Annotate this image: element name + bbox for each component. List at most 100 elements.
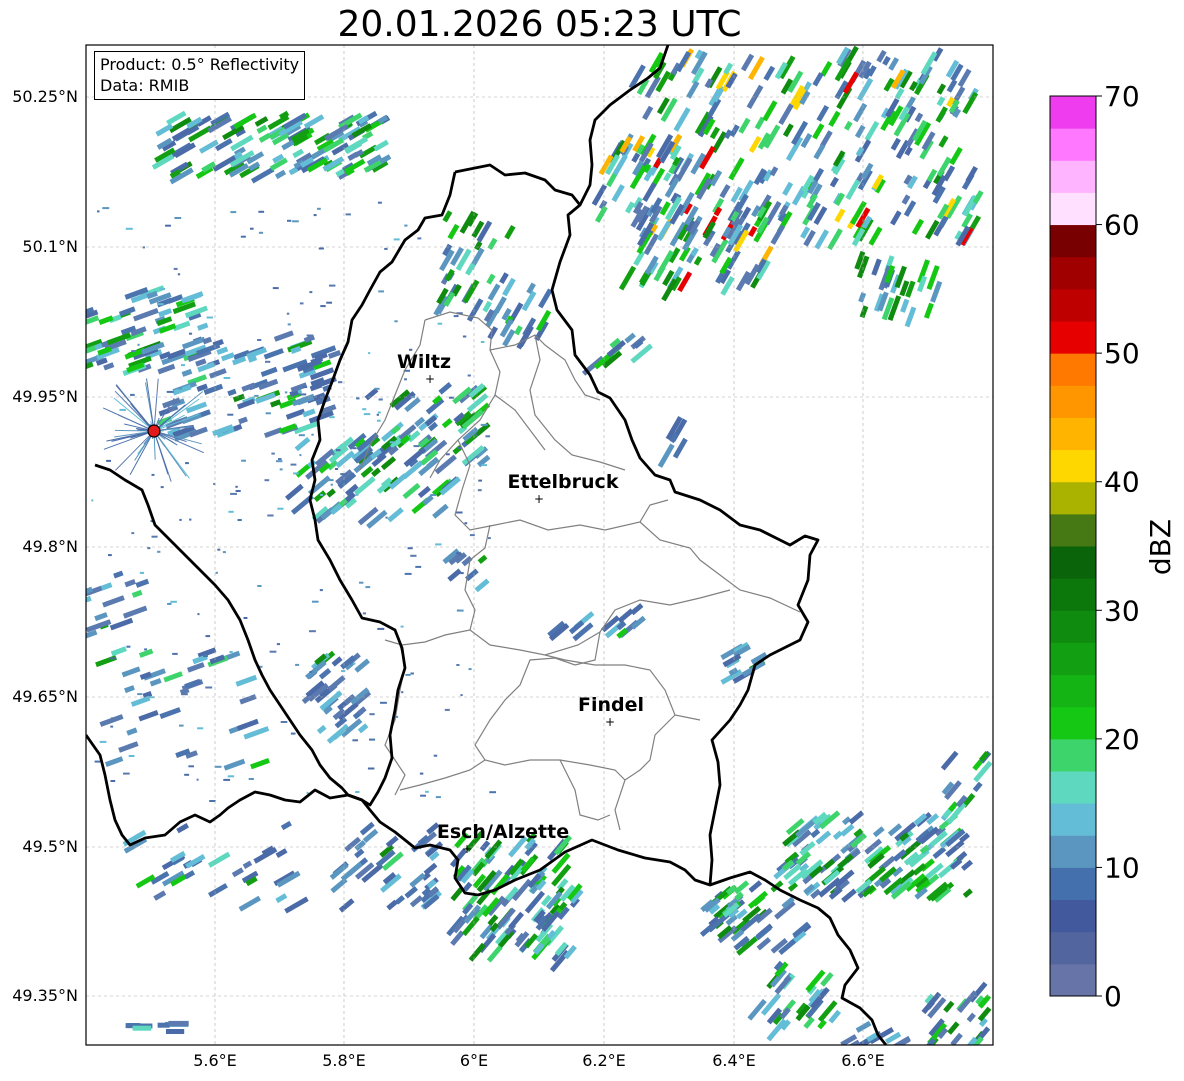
- echo-cell: [462, 279, 480, 304]
- echo-cell: [335, 449, 341, 452]
- colorbar-segment: [1050, 449, 1096, 483]
- echo-cell: [293, 472, 299, 475]
- echo-cell: [326, 479, 334, 482]
- echo-cell: [137, 693, 143, 696]
- colorbar-segment: [1050, 192, 1096, 226]
- echo-cell: [352, 662, 356, 665]
- echo-cell: [480, 423, 488, 426]
- echo-cell: [273, 330, 294, 342]
- echo-cell: [106, 459, 111, 462]
- echo-cell: [165, 224, 171, 227]
- echo-cell: [336, 691, 340, 694]
- echo-cell: [352, 447, 357, 450]
- echo-cell: [329, 284, 336, 287]
- echo-cell: [447, 568, 462, 582]
- echo-cell: [100, 582, 113, 591]
- echo-cell: [205, 686, 213, 689]
- echo-cell: [359, 581, 364, 584]
- echo-cell: [438, 382, 453, 395]
- echo-cell: [848, 810, 865, 825]
- city-esch-alzette[interactable]: Esch/Alzette +: [437, 821, 569, 856]
- product-line: Product: 0.5° Reflectivity: [100, 55, 300, 74]
- echo-cell: [401, 691, 404, 694]
- echo-cell: [309, 671, 313, 673]
- echo-cell: [271, 452, 275, 455]
- colorbar-segment: [1050, 642, 1096, 676]
- echo-cell: [355, 791, 360, 793]
- echo-cell: [265, 412, 271, 415]
- echo-cell: [407, 547, 413, 550]
- echo-cell: [132, 1025, 152, 1031]
- echo-cell: [147, 547, 151, 550]
- echo-cell: [172, 652, 178, 655]
- echo-cell: [410, 554, 417, 557]
- echo-cell: [205, 635, 211, 638]
- echo-cell: [248, 778, 254, 780]
- echo-cell: [363, 413, 371, 416]
- echo-cell: [489, 791, 496, 794]
- echo-cell: [355, 493, 359, 496]
- city-wiltz[interactable]: Wiltz +: [397, 351, 451, 386]
- echo-cell: [149, 678, 162, 687]
- echo-cell: [642, 105, 654, 121]
- echo-cell: [829, 176, 839, 188]
- city-findel[interactable]: Findel +: [578, 694, 644, 729]
- lat-label: 49.5°N: [22, 837, 78, 856]
- echo-cell: [467, 374, 471, 377]
- echo-cell: [894, 87, 905, 100]
- echo-cell: [932, 846, 947, 860]
- echo-cell: [250, 227, 254, 230]
- echo-cell: [469, 534, 475, 537]
- echo-cell: [233, 112, 257, 130]
- echo-cell: [157, 303, 164, 306]
- echo-cell: [394, 320, 398, 323]
- echo-cell: [405, 673, 411, 676]
- echo-cell: [139, 571, 144, 574]
- echo-cell: [126, 645, 131, 648]
- city-label: Wiltz: [397, 351, 451, 373]
- echo-cell: [335, 468, 339, 470]
- echo-cell: [782, 181, 794, 196]
- echo-cell: [413, 445, 420, 448]
- radar-site-marker[interactable]: [147, 424, 161, 438]
- colorbar-segment: [1050, 546, 1096, 579]
- echo-cell: [113, 570, 124, 579]
- echo-cell: [131, 532, 135, 535]
- echo-cell: [197, 322, 209, 331]
- echo-cell: [279, 468, 283, 471]
- echo-cell: [940, 750, 959, 771]
- echo-cell: [487, 237, 498, 250]
- echo-cell: [369, 738, 376, 741]
- echo-cell: [181, 693, 188, 696]
- echo-cell: [357, 723, 369, 734]
- lat-label: 49.95°N: [12, 387, 78, 406]
- colorbar-segment: [1050, 578, 1096, 611]
- echo-cell: [285, 408, 306, 420]
- echo-cell: [240, 235, 246, 238]
- echo-cell: [437, 322, 443, 325]
- echo-cell: [385, 516, 388, 519]
- echo-cell: [124, 579, 136, 588]
- radar-map[interactable]: 50.25°N 50.1°N 49.95°N 49.8°N 49.65°N 49…: [0, 0, 1184, 1081]
- echo-cell: [853, 102, 868, 123]
- echo-cell: [816, 104, 830, 122]
- echo-cell: [122, 605, 148, 619]
- echo-cell: [275, 893, 288, 904]
- echo-cell: [827, 228, 843, 251]
- echo-cell: [158, 323, 177, 334]
- echo-cell: [215, 138, 233, 152]
- echo-cell: [367, 767, 375, 770]
- echo-cell: [415, 565, 422, 568]
- echo-cell: [419, 772, 424, 775]
- echo-cell: [258, 378, 279, 391]
- echo-cell: [206, 316, 213, 319]
- echo-cell: [102, 207, 110, 210]
- echo-cell: [854, 124, 866, 139]
- echo-cell: [236, 718, 259, 731]
- colorbar-tick-label: 50: [1104, 337, 1140, 370]
- echo-cell: [728, 157, 745, 181]
- echo-cell: [812, 72, 824, 87]
- echo-cell: [433, 754, 438, 757]
- echo-cell: [278, 458, 282, 461]
- city-ettelbruck[interactable]: Ettelbruck +: [508, 471, 619, 506]
